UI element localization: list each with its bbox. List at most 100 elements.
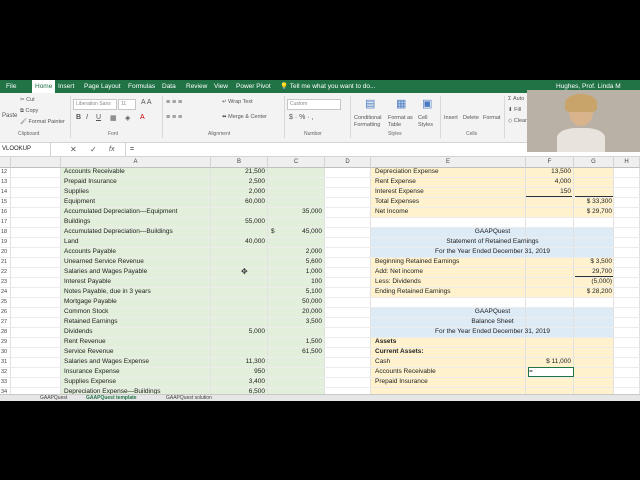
statement-label[interactable]: Prepaid Insurance: [375, 377, 525, 387]
trial-balance-credit[interactable]: [268, 377, 322, 387]
trial-balance-debit[interactable]: [211, 337, 265, 347]
trial-balance-credit[interactable]: 45,000: [268, 227, 322, 237]
statement-label[interactable]: Less: Dividends: [375, 277, 525, 287]
sheet-tab[interactable]: GAAPQuest template: [86, 395, 137, 401]
trial-balance-credit[interactable]: [268, 357, 322, 367]
trial-balance-account[interactable]: Common Stock: [64, 307, 210, 317]
statement-value-g[interactable]: [526, 337, 571, 347]
statement-value-g[interactable]: [526, 287, 571, 297]
cell-styles-button[interactable]: Cell Styles: [418, 115, 434, 129]
trial-balance-account[interactable]: Salaries and Wages Payable: [64, 267, 210, 277]
insert-function-icon[interactable]: fx: [109, 143, 114, 156]
number-format-box[interactable]: Custom: [287, 99, 341, 110]
align-top-icon[interactable]: ≡ ≡ ≡: [166, 99, 182, 106]
statement-value-g[interactable]: $ 11,000: [526, 357, 571, 367]
trial-balance-account[interactable]: Accumulated Depreciation—Buildings: [64, 227, 210, 237]
statement-heading[interactable]: Statement of Retained Earnings: [371, 237, 614, 247]
row-header[interactable]: 17: [0, 217, 12, 227]
statement-value-h[interactable]: (5,000): [574, 277, 612, 287]
column-header-d[interactable]: D: [325, 157, 371, 168]
delete-cells-button[interactable]: Delete: [463, 115, 479, 121]
trial-balance-debit[interactable]: [211, 257, 265, 267]
trial-balance-debit[interactable]: [211, 287, 265, 297]
menu-review[interactable]: Review: [186, 80, 207, 93]
trial-balance-debit[interactable]: [211, 307, 265, 317]
trial-balance-credit[interactable]: 2,000: [268, 247, 322, 257]
trial-balance-credit[interactable]: 100: [268, 277, 322, 287]
trial-balance-credit[interactable]: [268, 327, 322, 337]
trial-balance-account[interactable]: Insurance Expense: [64, 367, 210, 377]
trial-balance-debit[interactable]: 2,000: [211, 187, 265, 197]
active-cell-g33[interactable]: =: [528, 367, 574, 377]
statement-value-h[interactable]: [574, 357, 612, 367]
statement-value-h[interactable]: [574, 217, 612, 227]
grow-font-icon[interactable]: A A: [141, 99, 152, 106]
row-header[interactable]: 16: [0, 207, 12, 217]
trial-balance-credit[interactable]: 5,100: [268, 287, 322, 297]
trial-balance-debit[interactable]: 5,000: [211, 327, 265, 337]
row-header[interactable]: 18: [0, 227, 12, 237]
trial-balance-credit[interactable]: 50,000: [268, 297, 322, 307]
trial-balance-debit[interactable]: 11,300: [211, 357, 265, 367]
row-header[interactable]: 14: [0, 187, 12, 197]
row-header[interactable]: 27: [0, 317, 12, 327]
statement-label[interactable]: Interest Expense: [375, 187, 525, 197]
clear-button[interactable]: ◇ Clear: [508, 118, 527, 124]
row-header[interactable]: 12: [0, 167, 12, 177]
trial-balance-account[interactable]: Accounts Payable: [64, 247, 210, 257]
row-header[interactable]: 21: [0, 257, 12, 267]
format-painter-button[interactable]: 🖌 Format Painter: [20, 119, 65, 125]
statement-label[interactable]: Cash: [375, 357, 525, 367]
row-header[interactable]: 31: [0, 357, 12, 367]
sheet-tab[interactable]: GAAPQuest: [40, 395, 67, 401]
statement-value-h[interactable]: [574, 367, 612, 377]
trial-balance-credit[interactable]: [268, 367, 322, 377]
row-header[interactable]: 13: [0, 177, 12, 187]
merge-center-button[interactable]: ⬌ Merge & Center: [222, 114, 267, 120]
statement-value-h[interactable]: [574, 297, 612, 307]
trial-balance-credit[interactable]: 20,000: [268, 307, 322, 317]
trial-balance-credit[interactable]: 1,000: [268, 267, 322, 277]
menu-insert[interactable]: Insert: [58, 80, 74, 93]
statement-label[interactable]: Ending Retained Earnings: [375, 287, 525, 297]
statement-label[interactable]: Add: Net income: [375, 267, 525, 277]
statement-value-g[interactable]: [526, 297, 571, 307]
statement-value-h[interactable]: $ 3,500: [574, 257, 612, 267]
trial-balance-debit[interactable]: 55,000: [211, 217, 265, 227]
trial-balance-account[interactable]: Land: [64, 237, 210, 247]
statement-value-g[interactable]: [526, 347, 571, 357]
paste-button[interactable]: Paste: [2, 113, 17, 119]
trial-balance-credit[interactable]: [268, 167, 322, 177]
trial-balance-account[interactable]: Interest Payable: [64, 277, 210, 287]
cancel-formula-icon[interactable]: ✕: [70, 143, 77, 156]
statement-value-g[interactable]: 13,500: [526, 167, 571, 177]
menu-home[interactable]: Home: [32, 80, 56, 93]
fill-color-icon[interactable]: ◈: [125, 114, 130, 122]
statement-value-g[interactable]: 4,000: [526, 177, 571, 187]
borders-icon[interactable]: ▦: [110, 114, 117, 122]
statement-value-g[interactable]: [526, 207, 571, 217]
currency-icon[interactable]: $ · % · ,: [289, 114, 314, 121]
trial-balance-debit[interactable]: [211, 317, 265, 327]
worksheet-grid[interactable]: A B C D E F G H 12 Accounts Receivable 21,500 Depre…: [0, 157, 640, 398]
statement-value-h[interactable]: $ 29,700: [574, 207, 612, 217]
trial-balance-debit[interactable]: 950: [211, 367, 265, 377]
copy-button[interactable]: ⧉ Copy: [20, 108, 38, 115]
row-header[interactable]: 32: [0, 367, 12, 377]
statement-value-h[interactable]: $ 28,200: [574, 287, 612, 297]
trial-balance-debit[interactable]: 60,000: [211, 197, 265, 207]
sheet-tab[interactable]: GAAPQuest solution: [166, 395, 212, 401]
trial-balance-account[interactable]: Dividends: [64, 327, 210, 337]
menu-data[interactable]: Data: [162, 80, 176, 93]
tell-me-search[interactable]: 💡 Tell me what you want to do...: [280, 80, 375, 93]
statement-label[interactable]: Assets: [375, 337, 525, 347]
statement-heading[interactable]: Balance Sheet: [371, 317, 614, 327]
italic-button[interactable]: I: [86, 114, 88, 121]
trial-balance-account[interactable]: Buildings: [64, 217, 210, 227]
statement-label[interactable]: Rent Expense: [375, 177, 525, 187]
row-header[interactable]: 30: [0, 347, 12, 357]
statement-label[interactable]: Beginning Retained Earnings: [375, 257, 525, 267]
trial-balance-credit[interactable]: 3,500: [268, 317, 322, 327]
trial-balance-debit[interactable]: [211, 247, 265, 257]
trial-balance-account[interactable]: Accumulated Depreciation—Equipment: [64, 207, 210, 217]
